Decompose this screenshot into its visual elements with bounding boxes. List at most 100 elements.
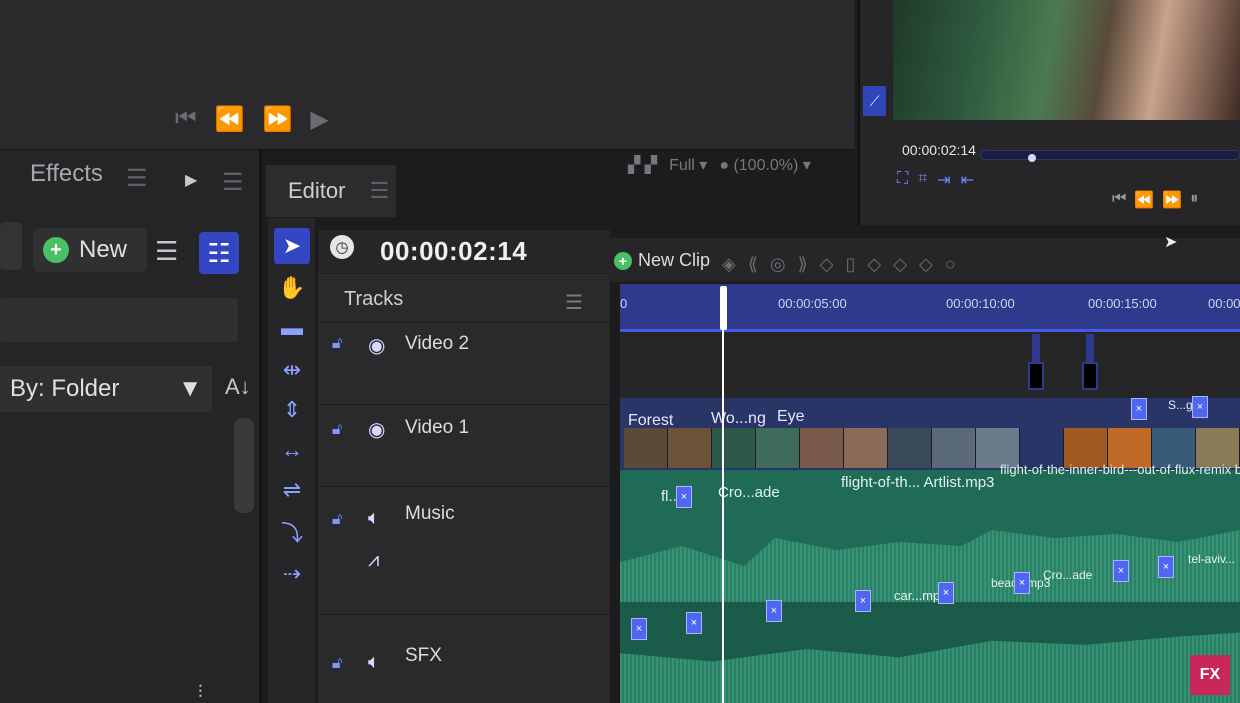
step-back-icon[interactable]: ⏪ xyxy=(215,105,245,134)
video2-lane[interactable] xyxy=(620,332,1240,402)
editor-menu-icon[interactable]: ☰ xyxy=(369,178,389,204)
eye-icon[interactable]: ◉ xyxy=(368,417,385,442)
clip-label[interactable]: flight-of-th... Artlist.mp3 xyxy=(841,474,994,491)
panel-menu-icon[interactable]: ☰ xyxy=(222,168,244,197)
fx-badge[interactable]: × xyxy=(1113,560,1129,582)
editor-tab-label: Editor xyxy=(288,178,346,203)
effects-search-input[interactable] xyxy=(0,298,238,342)
lock-icon[interactable]: 🔓︎ xyxy=(326,333,348,355)
fx-badge[interactable]: × xyxy=(1192,396,1208,418)
previous-keyframe-icon[interactable]: ⟪ xyxy=(748,254,758,275)
detail-view-icon[interactable]: ☷ xyxy=(199,232,239,274)
new-clip-button[interactable]: + New Clip xyxy=(614,250,710,271)
slide-tool-icon[interactable]: ⇌ xyxy=(274,472,310,508)
thumbnail xyxy=(932,428,976,468)
go-to-start-icon[interactable]: ⏮ xyxy=(175,105,197,134)
next-keyframe-icon[interactable]: ⟫ xyxy=(798,254,808,275)
effects-scrollbar[interactable] xyxy=(234,418,254,513)
fx-badge[interactable]: × xyxy=(631,618,647,640)
sort-dropdown[interactable]: By: Folder ▼ xyxy=(0,366,212,412)
new-button[interactable]: + New xyxy=(33,228,147,272)
razor-tool-icon[interactable]: ▬ xyxy=(274,310,310,346)
effects-toolbar-button[interactable] xyxy=(0,222,22,270)
hand-tool-icon[interactable]: ✋ xyxy=(274,270,310,306)
diamond-icon[interactable]: ◇ xyxy=(867,254,881,275)
preview-start-icon[interactable]: ⏮ xyxy=(1112,190,1126,210)
diamond-icon[interactable]: ◇ xyxy=(919,254,933,275)
fx-badge[interactable]: × xyxy=(766,600,782,622)
preview-scrubber[interactable] xyxy=(980,150,1240,160)
layers-icon[interactable]: ◈ xyxy=(722,254,736,275)
fx-badge[interactable]: × xyxy=(1131,398,1147,420)
sort-order-icon[interactable]: A↓ xyxy=(225,374,251,400)
thumbnail xyxy=(668,428,712,468)
play-arrow-icon[interactable]: ▶ xyxy=(185,170,197,190)
ripple-tool-icon[interactable]: ⇹ xyxy=(274,352,310,388)
speaker-icon[interactable]: 🔈︎ xyxy=(368,651,380,674)
fx-badge[interactable]: × xyxy=(676,486,692,508)
sort-label: By: Folder xyxy=(10,375,120,402)
envelope-icon[interactable]: ⩘ xyxy=(368,549,379,572)
playhead-line[interactable] xyxy=(722,330,724,703)
effects-tab[interactable]: Effects xyxy=(30,160,103,188)
transform-tool-icon[interactable]: ⟋ xyxy=(863,86,886,116)
plus-icon: + xyxy=(43,237,69,263)
slip-tool-icon[interactable]: ↔ xyxy=(274,432,310,468)
video2-clip-marker[interactable] xyxy=(1028,362,1044,390)
preview-scrubber-knob[interactable] xyxy=(1028,154,1036,162)
fx-badge[interactable]: × xyxy=(855,590,871,612)
selection-tool-icon[interactable]: ➤ xyxy=(274,228,310,264)
roll-tool-icon[interactable]: ⇕ xyxy=(274,392,310,428)
clip-label[interactable]: Cro...ade xyxy=(718,484,780,501)
lock-icon[interactable]: 🔓︎ xyxy=(326,509,348,531)
crop-icon[interactable]: ⌗ xyxy=(918,170,927,190)
speaker-icon[interactable]: 🔈︎ xyxy=(368,507,380,530)
quality-dropdown[interactable]: Full ▾ xyxy=(669,155,707,175)
fx-badge[interactable]: × xyxy=(1014,572,1030,594)
chevron-down-icon: ▼ xyxy=(178,375,202,402)
playhead-handle[interactable] xyxy=(720,286,727,330)
effects-menu-icon[interactable]: ☰ xyxy=(126,164,148,193)
rate-tool-icon[interactable]: ⤵ xyxy=(274,514,310,550)
fullscreen-icon[interactable]: ⛶ xyxy=(897,170,908,190)
viewer-status-bar: ▞ ▞ Full ▾ ● (100.0%) ▾ xyxy=(628,150,853,180)
ruler-label: 00:00:15:00 xyxy=(1088,296,1157,311)
list-view-icon[interactable]: ☰ xyxy=(155,236,178,267)
pause-icon[interactable]: ⏸ xyxy=(1190,190,1198,210)
tracks-label: Tracks xyxy=(344,288,404,310)
preview-forward-icon[interactable]: ⏩ xyxy=(1162,190,1182,210)
zoom-dropdown[interactable]: ● (100.0%) ▾ xyxy=(719,155,811,175)
editor-tab[interactable]: Editor ☰ xyxy=(266,165,396,217)
lock-icon[interactable]: 🔓︎ xyxy=(326,653,348,675)
lock-icon[interactable]: 🔓︎ xyxy=(326,419,348,441)
square-icon[interactable]: ▯ xyxy=(845,254,855,275)
tracks-menu-icon[interactable]: ☰ xyxy=(565,290,583,315)
step-forward-icon[interactable]: ⏩ xyxy=(263,105,293,134)
diamond-icon[interactable]: ◇ xyxy=(893,254,907,275)
eye-icon[interactable]: ◉ xyxy=(368,333,385,358)
fx-badge[interactable]: × xyxy=(1158,556,1174,578)
thumbnail xyxy=(712,428,756,468)
clip-label[interactable]: flight-of-the-inner-bird---out-of-flux-r… xyxy=(1000,462,1240,477)
fx-badge[interactable]: × xyxy=(686,612,702,634)
thumbnail xyxy=(844,428,888,468)
play-icon[interactable]: ▶ xyxy=(310,105,328,134)
clip-label[interactable]: Wo...ng xyxy=(711,410,766,428)
keyframe-icon[interactable]: ◎ xyxy=(770,254,786,275)
clip-label[interactable]: tel-aviv... xyxy=(1188,552,1235,566)
preview-back-icon[interactable]: ⏪ xyxy=(1134,190,1154,210)
clip-label[interactable]: Cro...ade xyxy=(1043,568,1092,582)
mixer-icon[interactable]: ⫶ xyxy=(198,682,203,703)
source-viewer-panel xyxy=(0,0,855,150)
diamond-icon[interactable]: ◇ xyxy=(820,254,834,275)
track-select-tool-icon[interactable]: ⇢ xyxy=(274,556,310,592)
video2-clip-marker[interactable] xyxy=(1082,362,1098,390)
import-icon[interactable]: ⇤ xyxy=(961,170,974,190)
fx-badge[interactable]: × xyxy=(938,582,954,604)
layout-icon[interactable]: ▞ ▞ xyxy=(628,155,657,175)
editor-timecode[interactable]: 00:00:02:14 xyxy=(380,236,527,267)
clip-label[interactable]: S...g xyxy=(1168,398,1193,412)
clip-label[interactable]: Eye xyxy=(777,408,805,426)
circle-icon[interactable]: ○ xyxy=(945,254,956,275)
export-icon[interactable]: ⇥ xyxy=(937,170,950,190)
